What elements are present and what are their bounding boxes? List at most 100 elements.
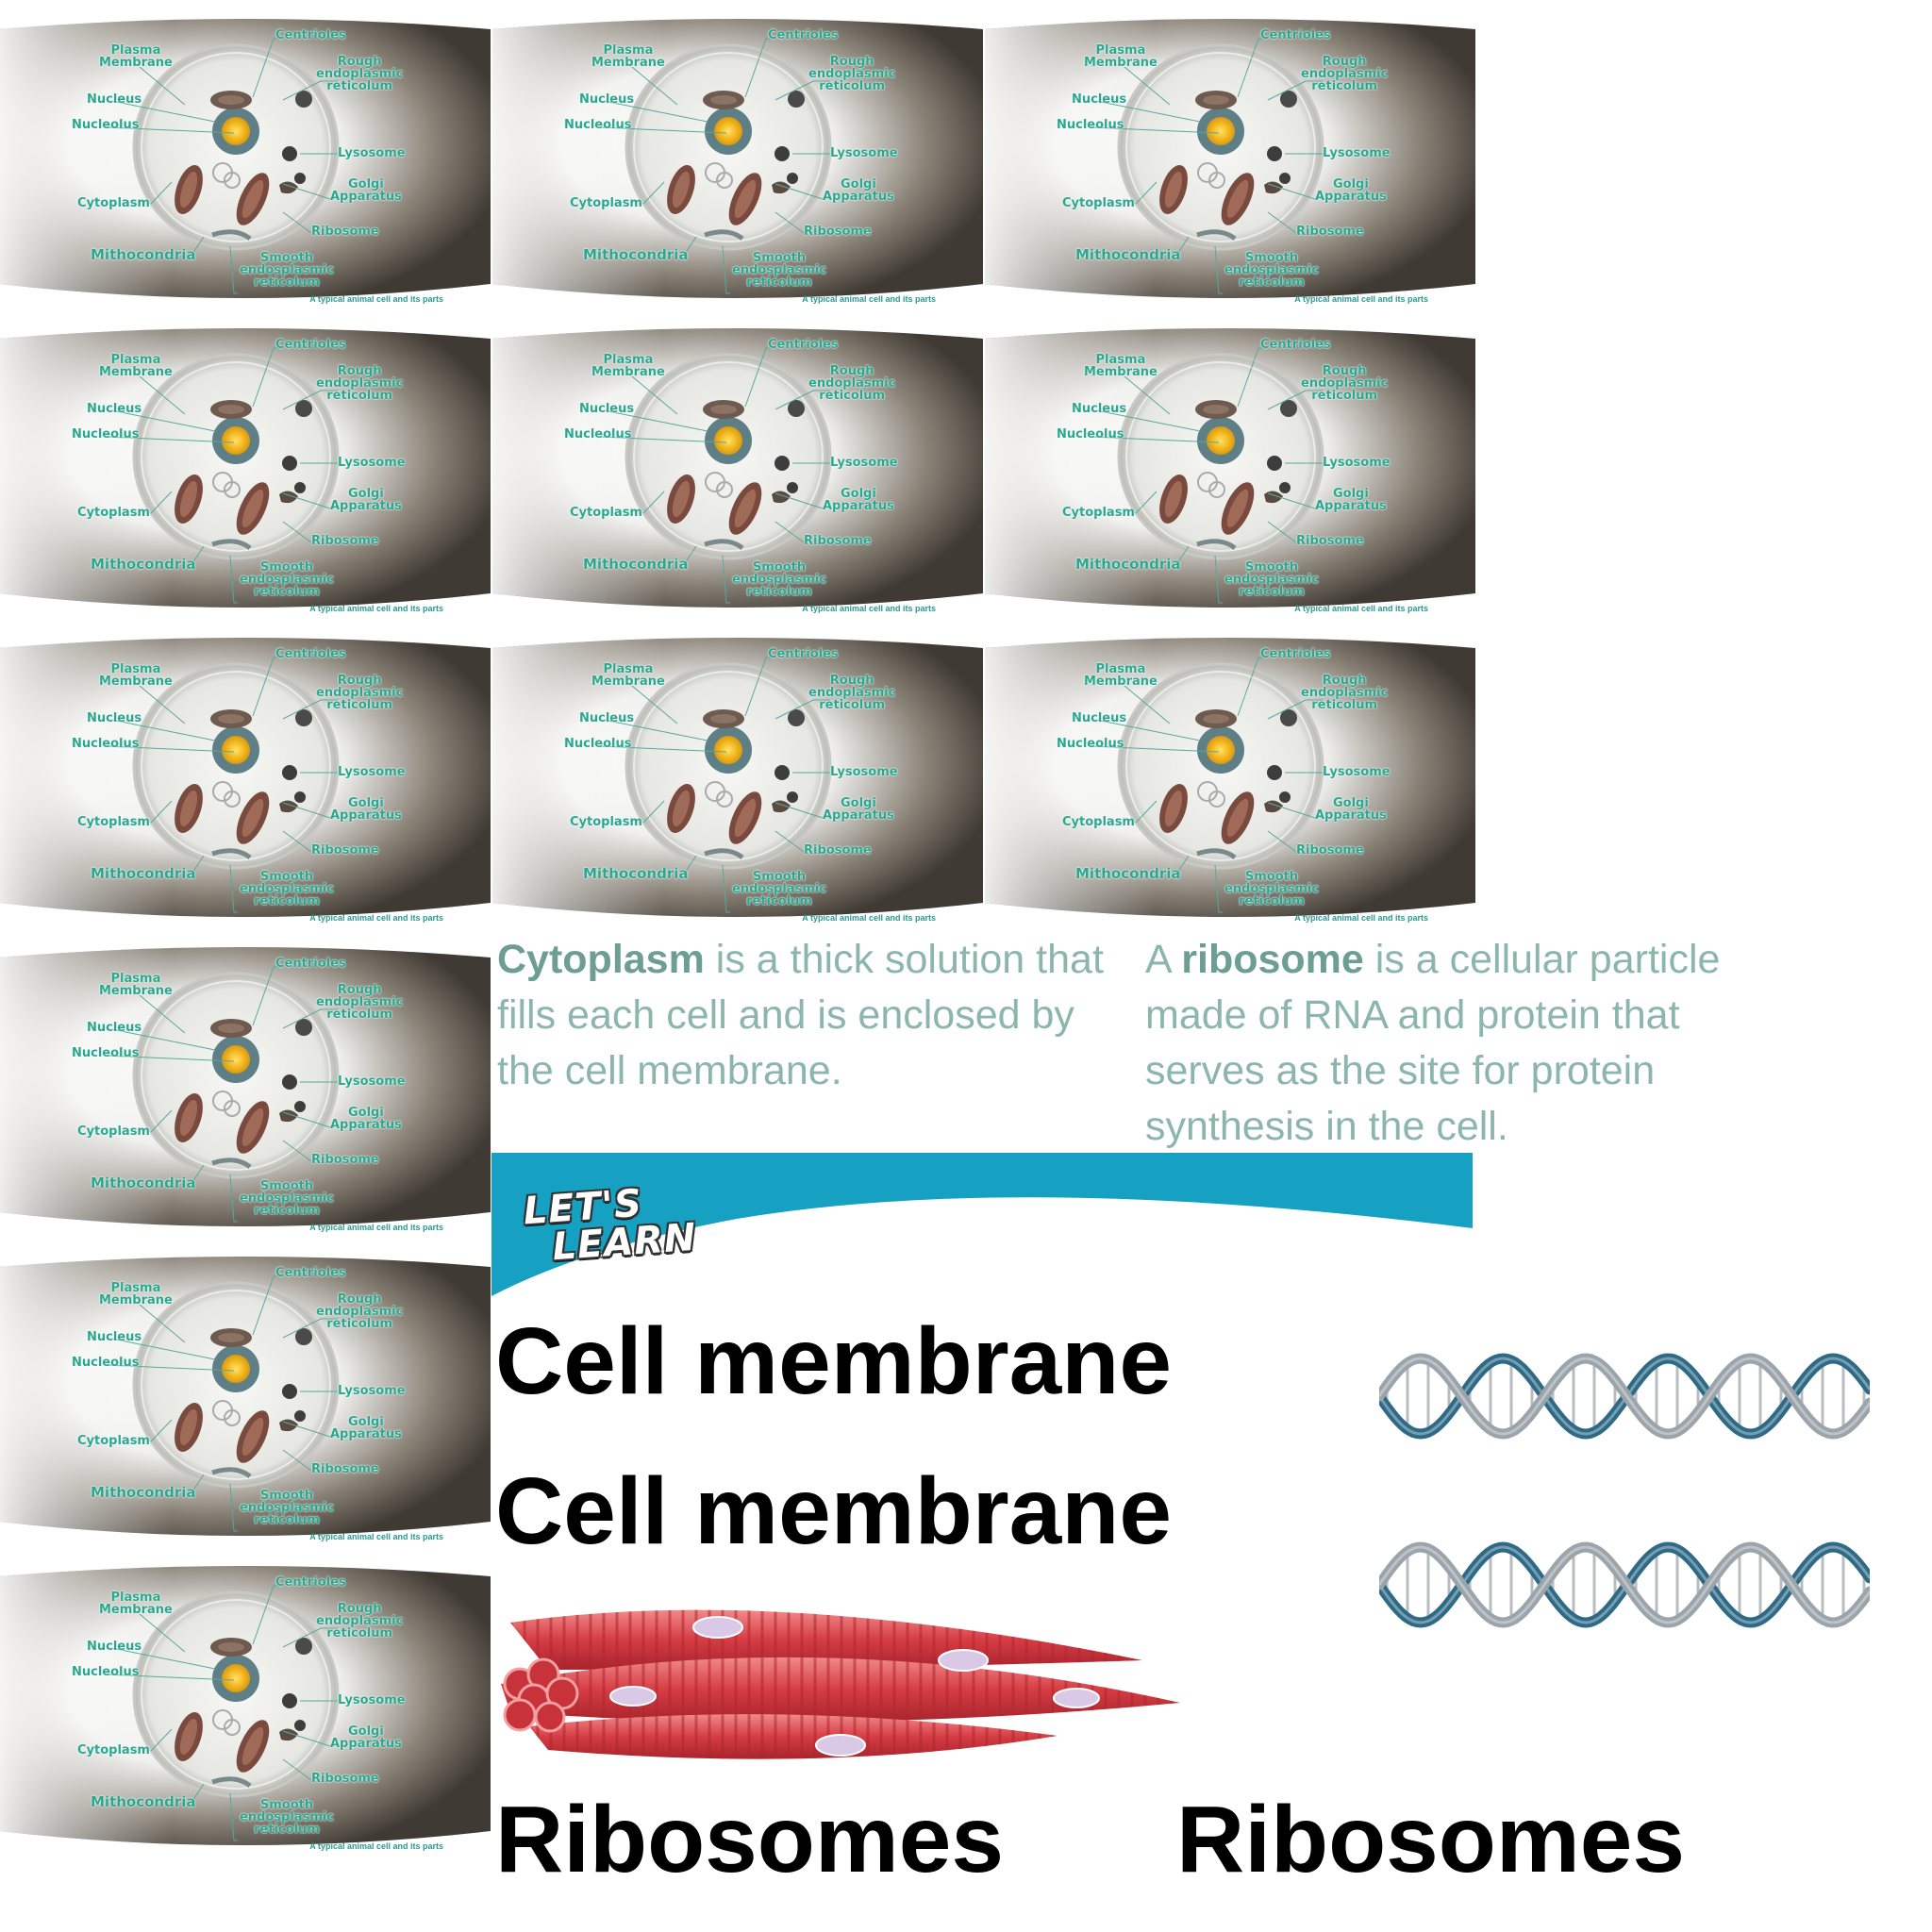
label-nucleolus: Nucleolus xyxy=(72,427,140,441)
lets-learn-logo: LET'S LEARN xyxy=(522,1181,698,1270)
label-smooth-er: Smooth endosplasmic reticolum xyxy=(240,870,335,908)
lets-learn-line2: LEARN xyxy=(550,1215,698,1270)
label-nucleus: Nucleus xyxy=(1072,92,1127,107)
diagram-caption: A typical animal cell and its parts xyxy=(309,1841,443,1851)
cell-diagram-panel: Centrioles Plasma Membrane Rough endopla… xyxy=(0,939,491,1236)
label-nucleus: Nucleus xyxy=(1072,711,1127,725)
label-nucleus: Nucleus xyxy=(87,1021,142,1035)
label-smooth-er: Smooth endosplasmic reticolum xyxy=(240,560,335,599)
label-nucleolus: Nucleolus xyxy=(1057,118,1124,132)
label-golgi: Golgi Apparatus xyxy=(1315,177,1387,204)
label-plasma-membrane: Plasma Membrane xyxy=(1084,662,1158,689)
heading-cell-membrane-2: Cell membrane xyxy=(495,1458,1172,1564)
label-cytoplasm: Cytoplasm xyxy=(570,815,642,829)
label-lysosome: Lysosome xyxy=(338,1384,406,1398)
label-plasma-membrane: Plasma Membrane xyxy=(99,353,173,379)
diagram-caption: A typical animal cell and its parts xyxy=(309,1223,443,1232)
label-ribosome: Ribosome xyxy=(311,843,379,858)
cytoplasm-term: Cytoplasm xyxy=(497,937,705,982)
label-plasma-membrane: Plasma Membrane xyxy=(1084,43,1158,70)
label-mithocondria: Mithocondria xyxy=(91,865,196,882)
label-golgi: Golgi Apparatus xyxy=(330,1106,402,1132)
label-rough-er: Rough endoplasmic reticolum xyxy=(1301,674,1389,712)
label-smooth-er: Smooth endosplasmic reticolum xyxy=(1224,870,1320,908)
label-smooth-er: Smooth endosplasmic reticolum xyxy=(240,1798,335,1837)
label-mithocondria: Mithocondria xyxy=(583,556,689,573)
label-lysosome: Lysosome xyxy=(830,146,898,160)
label-mithocondria: Mithocondria xyxy=(1075,865,1181,882)
label-smooth-er: Smooth endosplasmic reticolum xyxy=(240,251,335,290)
label-nucleus: Nucleus xyxy=(579,711,635,725)
label-mithocondria: Mithocondria xyxy=(91,1793,196,1810)
label-lysosome: Lysosome xyxy=(338,456,406,470)
label-smooth-er: Smooth endosplasmic reticolum xyxy=(1224,251,1320,290)
label-lysosome: Lysosome xyxy=(338,1693,406,1707)
label-mithocondria: Mithocondria xyxy=(1075,556,1181,573)
dna-strand xyxy=(1379,1541,1870,1628)
label-plasma-membrane: Plasma Membrane xyxy=(99,43,173,70)
label-rough-er: Rough endoplasmic reticolum xyxy=(808,364,896,403)
cell-diagram-panel: Centrioles Plasma Membrane Rough endopla… xyxy=(0,1248,491,1545)
heading-ribosomes-2: Ribosomes xyxy=(1176,1787,1686,1892)
label-mithocondria: Mithocondria xyxy=(91,556,196,573)
label-nucleolus: Nucleolus xyxy=(72,737,140,751)
label-golgi: Golgi Apparatus xyxy=(330,1724,402,1751)
label-plasma-membrane: Plasma Membrane xyxy=(99,1591,173,1617)
label-cytoplasm: Cytoplasm xyxy=(77,815,150,829)
cell-diagram-panel: Centrioles Plasma Membrane Rough endopla… xyxy=(0,320,491,617)
label-cytoplasm: Cytoplasm xyxy=(77,1434,150,1448)
label-centrioles: Centrioles xyxy=(768,338,839,352)
label-nucleus: Nucleus xyxy=(87,1330,142,1344)
label-golgi: Golgi Apparatus xyxy=(330,796,402,823)
label-mithocondria: Mithocondria xyxy=(91,246,196,263)
label-ribosome: Ribosome xyxy=(311,1462,379,1476)
label-nucleus: Nucleus xyxy=(579,92,635,107)
label-golgi: Golgi Apparatus xyxy=(1315,796,1387,823)
label-golgi: Golgi Apparatus xyxy=(1315,487,1387,513)
label-lysosome: Lysosome xyxy=(830,456,898,470)
label-rough-er: Rough endoplasmic reticolum xyxy=(316,364,404,403)
label-cytoplasm: Cytoplasm xyxy=(77,506,150,520)
label-nucleus: Nucleus xyxy=(87,402,142,416)
label-golgi: Golgi Apparatus xyxy=(823,796,894,823)
label-rough-er: Rough endoplasmic reticolum xyxy=(316,55,404,93)
label-centrioles: Centrioles xyxy=(1260,338,1331,352)
cell-diagram-panel: Centrioles Plasma Membrane Rough endopla… xyxy=(492,629,983,926)
label-ribosome: Ribosome xyxy=(311,1153,379,1167)
label-ribosome: Ribosome xyxy=(804,534,872,548)
label-nucleolus: Nucleolus xyxy=(564,118,632,132)
label-plasma-membrane: Plasma Membrane xyxy=(1084,353,1158,379)
diagram-caption: A typical animal cell and its parts xyxy=(802,913,936,923)
label-nucleolus: Nucleolus xyxy=(72,1046,140,1060)
label-smooth-er: Smooth endosplasmic reticolum xyxy=(732,560,827,599)
label-nucleolus: Nucleolus xyxy=(564,737,632,751)
label-lysosome: Lysosome xyxy=(338,146,406,160)
label-centrioles: Centrioles xyxy=(275,338,346,352)
label-cytoplasm: Cytoplasm xyxy=(1062,196,1135,210)
cytoplasm-definition: Cytoplasm is a thick solution that fills… xyxy=(497,932,1129,1099)
label-golgi: Golgi Apparatus xyxy=(823,177,894,204)
diagram-caption: A typical animal cell and its parts xyxy=(1294,913,1428,923)
label-nucleolus: Nucleolus xyxy=(1057,737,1124,751)
label-centrioles: Centrioles xyxy=(275,1575,346,1590)
label-plasma-membrane: Plasma Membrane xyxy=(591,43,665,70)
label-nucleus: Nucleus xyxy=(87,92,142,107)
label-lysosome: Lysosome xyxy=(338,765,406,779)
label-rough-er: Rough endoplasmic reticolum xyxy=(1301,55,1389,93)
label-cytoplasm: Cytoplasm xyxy=(77,196,150,210)
label-smooth-er: Smooth endosplasmic reticolum xyxy=(240,1489,335,1527)
diagram-caption: A typical animal cell and its parts xyxy=(309,913,443,923)
label-centrioles: Centrioles xyxy=(1260,647,1331,661)
cell-diagram-panel: Centrioles Plasma Membrane Rough endopla… xyxy=(492,10,983,308)
label-plasma-membrane: Plasma Membrane xyxy=(99,662,173,689)
label-mithocondria: Mithocondria xyxy=(583,865,689,882)
cell-diagram-panel: Centrioles Plasma Membrane Rough endopla… xyxy=(985,629,1475,926)
label-golgi: Golgi Apparatus xyxy=(330,177,402,204)
label-ribosome: Ribosome xyxy=(311,225,379,239)
label-ribosome: Ribosome xyxy=(311,1772,379,1786)
label-smooth-er: Smooth endosplasmic reticolum xyxy=(240,1179,335,1218)
label-nucleus: Nucleus xyxy=(1072,402,1127,416)
label-golgi: Golgi Apparatus xyxy=(330,487,402,513)
label-mithocondria: Mithocondria xyxy=(583,246,689,263)
diagram-caption: A typical animal cell and its parts xyxy=(1294,604,1428,613)
